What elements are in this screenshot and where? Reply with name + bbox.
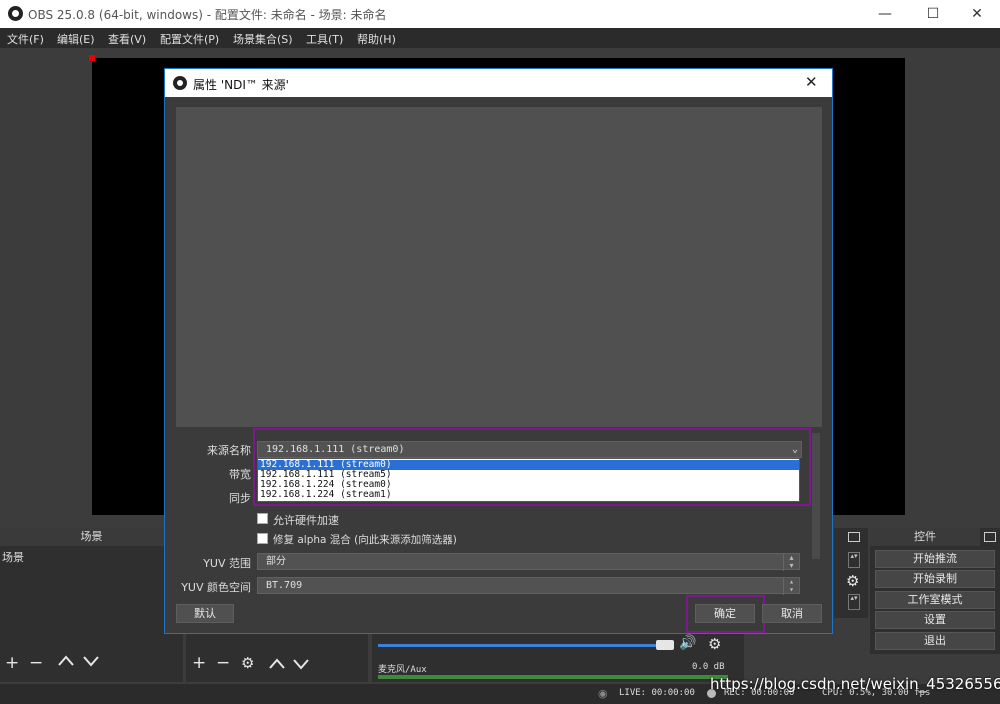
properties-scrollbar[interactable] <box>812 433 820 559</box>
dialog-title: 属性 'NDI™ 来源' <box>193 78 289 92</box>
window-titlebar: OBS 25.0.8 (64-bit, windows) - 配置文件: 未命名… <box>0 0 1000 28</box>
live-time: LIVE: 00:00:00 <box>619 688 695 698</box>
alpha-fix-checkbox[interactable] <box>257 533 268 544</box>
source-name-label: 来源名称 <box>207 444 251 457</box>
yuv-range-select[interactable]: 部分 ▴ ▾ <box>257 553 800 571</box>
window-title: OBS 25.0.8 (64-bit, windows) - 配置文件: 未命名… <box>28 8 387 22</box>
source-name-value: 192.168.1.111 (stream0) <box>266 444 405 455</box>
menu-profile[interactable]: 配置文件(P) <box>160 31 219 47</box>
scene-list-item[interactable]: 场景 <box>2 549 24 565</box>
menu-help[interactable]: 帮助(H) <box>357 31 396 47</box>
transition-spin-icon[interactable]: ▴▾ <box>848 594 860 610</box>
dialog-close-button[interactable]: ✕ <box>805 73 818 91</box>
obs-logo-icon <box>8 6 23 21</box>
remove-scene-icon[interactable]: − <box>29 653 43 673</box>
dropdown-option[interactable]: 192.168.1.224 (stream1) <box>258 490 799 500</box>
add-source-icon[interactable]: + <box>192 653 206 673</box>
scenes-dock-header: 场景 <box>0 528 183 546</box>
minimize-button[interactable]: — <box>862 0 908 28</box>
controls-dock-header: 控件 <box>870 528 980 546</box>
yuv-space-label: YUV 颜色空间 <box>181 581 251 594</box>
live-indicator-icon: ◉ <box>598 687 608 700</box>
move-source-down-icon[interactable] <box>292 657 310 674</box>
controls-undock-icon[interactable] <box>984 532 996 542</box>
remove-source-icon[interactable]: − <box>216 653 230 673</box>
alpha-fix-label: 修复 alpha 混合 (向此来源添加筛选器) <box>273 534 457 546</box>
cancel-button[interactable]: 取消 <box>762 604 822 623</box>
menu-scene-collection[interactable]: 场景集合(S) <box>233 31 293 47</box>
chevron-down-icon: ⌄ <box>791 444 798 455</box>
sources-dock: + − ⚙ <box>186 630 368 682</box>
ok-button[interactable]: 确定 <box>695 604 755 623</box>
source-properties-gear-icon[interactable]: ⚙ <box>241 654 254 672</box>
menu-tools[interactable]: 工具(T) <box>306 31 343 47</box>
menu-view[interactable]: 查看(V) <box>108 31 146 47</box>
sync-label: 同步 <box>229 492 251 505</box>
exit-button[interactable]: 退出 <box>875 632 995 650</box>
watermark-text: https://blog.csdn.net/weixin_45326556 <box>710 675 1000 693</box>
audio-level-meter <box>378 675 728 679</box>
dialog-titlebar: 属性 'NDI™ 来源' ✕ <box>165 69 832 97</box>
yuv-space-select[interactable]: BT.709 ▴ ▾ <box>257 577 800 595</box>
audio-mixer-dock: 🔊 ⚙ 麦克风/Aux 0.0 dB <box>372 634 744 682</box>
transitions-dock: ▴▾ ⚙ ▴▾ <box>834 528 868 618</box>
defaults-button[interactable]: 默认 <box>176 604 234 623</box>
speaker-icon[interactable]: 🔊 <box>679 635 696 651</box>
yuv-range-value: 部分 <box>266 556 286 567</box>
spin-arrows-icon: ▴ ▾ <box>783 554 799 571</box>
hw-accel-label: 允许硬件加速 <box>273 514 339 527</box>
hw-accel-checkbox[interactable] <box>257 513 268 524</box>
properties-dialog: 属性 'NDI™ 来源' ✕ 来源名称 192.168.1.111 (strea… <box>164 68 833 634</box>
duration-spin-icon[interactable]: ▴▾ <box>848 552 860 568</box>
scenes-dock: 场景 场景 + − <box>0 528 183 682</box>
spin-arrows-icon: ▴ ▾ <box>783 578 799 595</box>
start-recording-button[interactable]: 开始录制 <box>875 570 995 588</box>
mixer-track-name: 麦克风/Aux <box>378 665 427 675</box>
source-dropdown-list: 192.168.1.111 (stream0) 192.168.1.111 (s… <box>257 458 800 502</box>
yuv-space-value: BT.709 <box>266 580 303 591</box>
studio-mode-button[interactable]: 工作室模式 <box>875 591 995 609</box>
volume-slider-handle[interactable] <box>656 640 674 650</box>
close-window-button[interactable]: ✕ <box>954 0 1000 28</box>
menu-bar: 文件(F) 编辑(E) 查看(V) 配置文件(P) 场景集合(S) 工具(T) … <box>0 28 1000 48</box>
maximize-button[interactable]: ☐ <box>910 0 956 28</box>
obs-logo-icon <box>173 76 187 90</box>
transition-gear-icon[interactable]: ⚙ <box>846 572 859 590</box>
undock-icon[interactable] <box>848 532 860 542</box>
mixer-track-level: 0.0 dB <box>692 662 725 672</box>
source-name-select[interactable]: 192.168.1.111 (stream0) ⌄ <box>257 441 802 458</box>
source-preview <box>176 107 822 427</box>
volume-slider-track[interactable] <box>378 644 660 647</box>
add-scene-icon[interactable]: + <box>5 653 19 673</box>
mixer-gear-icon[interactable]: ⚙ <box>708 635 721 653</box>
menu-file[interactable]: 文件(F) <box>7 31 44 47</box>
yuv-range-label: YUV 范围 <box>203 557 251 570</box>
settings-button[interactable]: 设置 <box>875 611 995 629</box>
start-streaming-button[interactable]: 开始推流 <box>875 550 995 568</box>
source-handle[interactable] <box>89 55 95 61</box>
move-source-up-icon[interactable] <box>268 657 286 674</box>
bandwidth-label: 带宽 <box>229 468 251 481</box>
menu-edit[interactable]: 编辑(E) <box>57 31 95 47</box>
